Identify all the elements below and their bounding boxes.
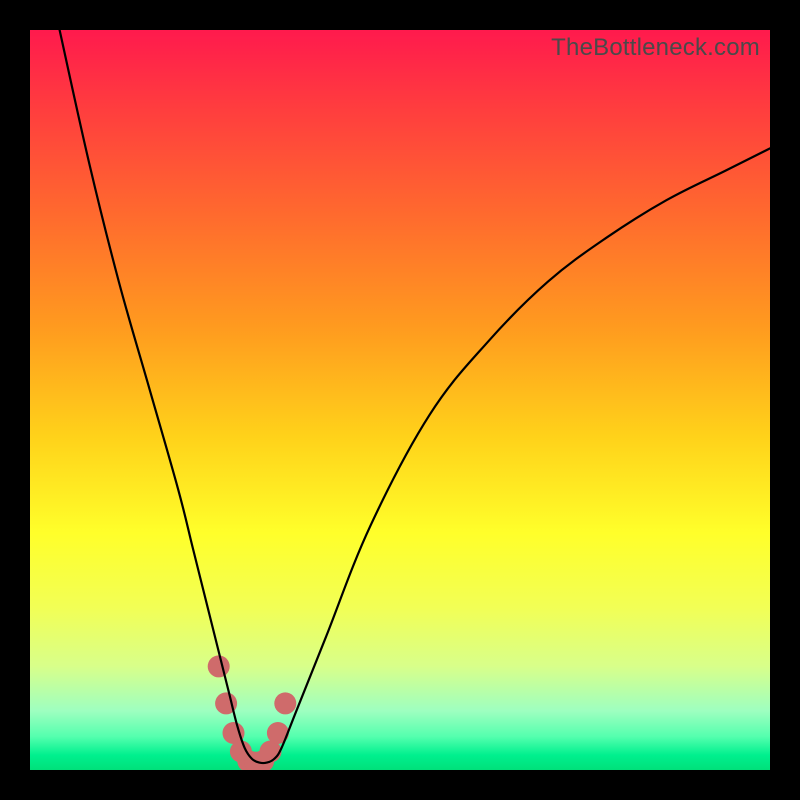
highlight-marker [274,692,296,714]
bottleneck-curve [60,30,770,763]
curve-layer [30,30,770,770]
highlight-markers [208,655,297,770]
chart-frame: TheBottleneck.com [0,0,800,800]
watermark-text: TheBottleneck.com [551,34,760,62]
plot-area: TheBottleneck.com [30,30,770,770]
highlight-marker [208,655,230,677]
